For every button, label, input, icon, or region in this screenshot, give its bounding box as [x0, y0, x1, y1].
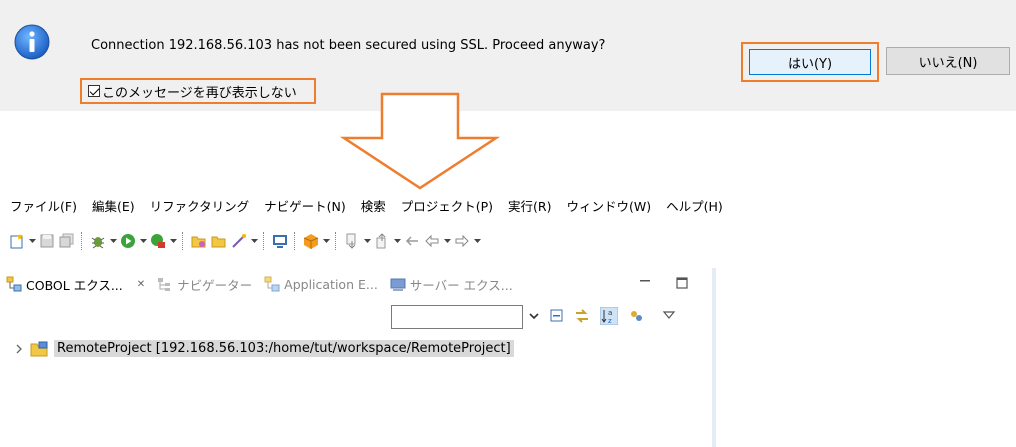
dialog-message: Connection 192.168.56.103 has not been s… — [91, 38, 606, 53]
tab-label: サーバー エクス... — [409, 277, 513, 293]
tree-item-remote-project[interactable]: RemoteProject [192.168.56.103:/home/tut/… — [14, 340, 514, 357]
view-sash[interactable] — [712, 268, 716, 447]
cobol-explorer-icon — [6, 276, 22, 292]
package-icon[interactable] — [302, 232, 320, 250]
menu-navigate[interactable]: ナビゲート(N) — [264, 196, 346, 215]
forward-icon[interactable] — [453, 232, 471, 250]
yes-button[interactable]: はい(Y) — [749, 49, 871, 75]
view-tab-bar: COBOL エクス... ✕ ナビゲーター Application E... サ… — [0, 271, 712, 297]
info-icon — [14, 24, 50, 60]
back-dropdown-icon[interactable] — [443, 232, 451, 250]
checkbox-checked-icon[interactable] — [88, 85, 100, 97]
application-explorer-icon — [264, 276, 280, 292]
run-icon[interactable] — [119, 232, 137, 250]
debug-icon[interactable] — [89, 232, 107, 250]
svg-text:z: z — [608, 317, 612, 325]
menu-edit[interactable]: 編集(E) — [92, 196, 135, 215]
toolbar-separator — [182, 232, 185, 250]
menu-file[interactable]: ファイル(F) — [10, 196, 77, 215]
wand-dropdown-icon[interactable] — [250, 232, 258, 250]
new-dropdown-icon[interactable] — [28, 232, 36, 250]
maximize-icon[interactable] — [675, 276, 689, 290]
tab-cobol-explorer[interactable]: COBOL エクス... ✕ — [0, 272, 151, 296]
link-with-editor-icon[interactable] — [574, 308, 590, 324]
dont-show-again-checkbox[interactable]: このメッセージを再び表示しない — [80, 78, 316, 104]
menu-bar: ファイル(F) 編集(E) リファクタリング ナビゲート(N) 検索 プロジェク… — [10, 196, 723, 215]
save-all-icon[interactable] — [58, 232, 76, 250]
tab-label: COBOL エクス... — [26, 277, 123, 293]
server-explorer-icon — [390, 278, 406, 291]
tab-server-explorer[interactable]: サーバー エクス... — [384, 272, 519, 296]
save-icon[interactable] — [38, 232, 56, 250]
open-project-icon[interactable] — [210, 232, 228, 250]
next-annotation-icon[interactable] — [343, 232, 361, 250]
menu-refactor[interactable]: リファクタリング — [150, 196, 250, 215]
minimize-icon[interactable] — [638, 276, 652, 290]
close-icon[interactable]: ✕ — [137, 279, 145, 290]
package-dropdown-icon[interactable] — [322, 232, 330, 250]
no-button[interactable]: いいえ(N) — [886, 47, 1010, 75]
toolbar-separator — [81, 232, 84, 250]
chevron-down-icon[interactable] — [528, 309, 540, 323]
tab-label: Application E... — [284, 276, 378, 292]
filter-icon[interactable] — [628, 308, 644, 324]
svg-text:a: a — [608, 309, 612, 317]
tree-item-label: RemoteProject [192.168.56.103:/home/tut/… — [54, 340, 514, 357]
menu-project[interactable]: プロジェクト(P) — [401, 196, 493, 215]
forward-dropdown-icon[interactable] — [473, 232, 481, 250]
chevron-right-icon[interactable] — [14, 343, 24, 355]
prev-annotation-dropdown-icon[interactable] — [393, 232, 401, 250]
menu-search[interactable]: 検索 — [361, 196, 386, 215]
down-arrow-annotation — [340, 92, 500, 190]
external-tools-dropdown-icon[interactable] — [169, 232, 177, 250]
checkbox-label: このメッセージを再び表示しない — [102, 85, 297, 101]
next-annotation-dropdown-icon[interactable] — [363, 232, 371, 250]
wand-icon[interactable] — [230, 232, 248, 250]
navigator-icon — [158, 278, 171, 291]
prev-annotation-icon[interactable] — [373, 232, 391, 250]
toolbar-separator — [335, 232, 338, 250]
tab-application-explorer[interactable]: Application E... — [258, 272, 384, 296]
menu-window[interactable]: ウィンドウ(W) — [567, 196, 652, 215]
filter-combo[interactable] — [391, 305, 523, 329]
view-menu-icon[interactable] — [662, 309, 676, 323]
menu-run[interactable]: 実行(R) — [508, 196, 551, 215]
back-icon[interactable] — [423, 232, 441, 250]
tab-navigator[interactable]: ナビゲーター — [151, 272, 258, 296]
debug-dropdown-icon[interactable] — [109, 232, 117, 250]
collapse-all-icon[interactable] — [550, 309, 564, 323]
main-toolbar — [8, 228, 481, 254]
view-toolbar: az — [528, 307, 676, 325]
remote-project-icon — [30, 341, 48, 356]
menu-help[interactable]: ヘルプ(H) — [666, 196, 723, 215]
last-edit-icon[interactable] — [403, 232, 421, 250]
toolbar-separator — [263, 232, 266, 250]
yes-button-highlight: はい(Y) — [741, 42, 879, 82]
open-folder-icon[interactable] — [190, 232, 208, 250]
console-icon[interactable] — [271, 232, 289, 250]
toolbar-separator — [294, 232, 297, 250]
run-dropdown-icon[interactable] — [139, 232, 147, 250]
external-tools-icon[interactable] — [149, 232, 167, 250]
sort-az-icon[interactable]: az — [600, 307, 618, 325]
new-icon[interactable] — [8, 232, 26, 250]
tab-label: ナビゲーター — [177, 277, 253, 293]
